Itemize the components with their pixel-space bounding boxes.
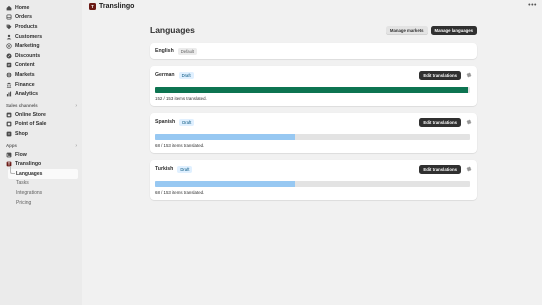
app-header: T Translingo [89,3,134,10]
progress-bar [155,87,470,93]
home-icon [6,5,12,11]
nav-customers[interactable]: Customers [0,32,82,42]
nav-finance[interactable]: Finance [0,80,82,90]
nav-label: Customers [15,33,43,40]
chart-icon [6,91,12,97]
edit-translations-button[interactable]: Edit translations [419,117,461,127]
sidebar: Home Orders Products Customers Marketing… [0,0,82,305]
gear-icon[interactable] [465,119,472,126]
target-icon [6,43,12,49]
progress-text: 68 / 153 items translated. [155,143,205,148]
gear-icon[interactable] [465,166,472,173]
shop-bag-icon [6,131,12,137]
nav-label: Orders [15,14,33,21]
language-card-turkish: Turkish Draft Edit translations 68 / 153… [150,160,477,200]
nav-label: Products [15,23,38,30]
language-name: Turkish [155,166,174,172]
subnav-tasks[interactable]: Tasks [0,179,82,189]
nav-label: Point of Sale [15,121,47,128]
nav-label: Analytics [15,91,39,98]
app-title-bar: T Translingo ••• [82,0,542,15]
nav-home[interactable]: Home [0,3,82,13]
gear-icon[interactable] [465,72,472,79]
progress-fill [155,87,468,93]
edit-translations-button[interactable]: Edit translations [419,164,461,174]
progress-text: 152 / 153 items translated. [155,96,207,101]
progress-text: 68 / 153 items translated. [155,190,205,195]
nav-analytics[interactable]: Analytics [0,89,82,99]
page-header: Languages Manage markets Manage language… [150,24,477,36]
chevron-right-icon[interactable]: › [75,103,77,109]
page-actions: Manage markets Manage languages [385,25,477,35]
tree-line [10,165,15,174]
flow-icon [6,152,12,158]
nav-point-of-sale[interactable]: Point of Sale [0,120,82,130]
manage-languages-button[interactable]: Manage languages [430,25,477,35]
language-card-spanish: Spanish Draft Edit translations 68 / 153… [150,113,477,153]
app-name: Translingo [99,3,135,10]
status-badge: Draft [179,118,195,126]
nav-label: Home [15,4,30,11]
nav-online-store[interactable]: Online Store [0,110,82,120]
nav-label: Content [15,62,35,69]
progress-bar [155,181,470,187]
nav-label: Marketing [15,43,40,50]
orders-icon [6,14,12,20]
apps-header: Apps › [0,142,82,150]
main-content: Languages Manage markets Manage language… [150,24,477,207]
language-name: German [155,72,175,78]
nav-marketing[interactable]: Marketing [0,41,82,51]
chevron-right-icon[interactable]: › [75,143,77,149]
nav-orders[interactable]: Orders [0,13,82,23]
nav-label: Finance [15,81,35,88]
content-icon [6,62,12,68]
section-label: Apps [6,143,17,149]
nav-label: Discounts [15,52,41,59]
main-nav: Home Orders Products Customers Marketing… [0,3,82,99]
progress-fill [155,181,295,187]
subnav-integrations[interactable]: Integrations [0,188,82,198]
default-badge: Default [177,47,198,55]
status-badge: Draft [177,165,193,173]
nav-products[interactable]: Products [0,22,82,32]
manage-markets-button[interactable]: Manage markets [385,25,428,35]
app-logo: T [89,3,96,10]
subnav-languages[interactable]: Languages [8,168,78,179]
nav-label: Flow [15,151,27,158]
nav-flow[interactable]: Flow [0,150,82,160]
bank-icon [6,82,12,88]
default-language-card: English Default [150,43,477,59]
language-card-german: German Draft Edit translations 152 / 153… [150,66,477,106]
progress-bar [155,134,470,140]
more-options-icon[interactable]: ••• [528,2,537,9]
edit-translations-button[interactable]: Edit translations [419,70,461,80]
globe-icon [6,72,12,78]
nav-label: Shop [15,130,28,137]
pos-icon [6,121,12,127]
sales-channels-header: Sales channels › [0,102,82,110]
progress-fill [155,134,295,140]
discount-icon [6,53,12,59]
nav-markets[interactable]: Markets [0,70,82,80]
tag-icon [6,24,12,30]
status-badge: Draft [178,71,194,79]
store-icon [6,112,12,118]
translingo-subnav: Languages Tasks Integrations Pricing [0,165,82,208]
nav-content[interactable]: Content [0,61,82,71]
page-title: Languages [150,25,195,35]
language-name: English [155,48,174,54]
nav-shop[interactable]: Shop [0,129,82,139]
section-label: Sales channels [6,103,38,109]
subnav-pricing[interactable]: Pricing [0,198,82,208]
language-name: Spanish [155,119,176,125]
person-icon [6,34,12,40]
nav-label: Markets [15,71,35,78]
nav-label: Translingo [15,161,42,168]
nav-discounts[interactable]: Discounts [0,51,82,61]
nav-label: Online Store [15,111,46,118]
